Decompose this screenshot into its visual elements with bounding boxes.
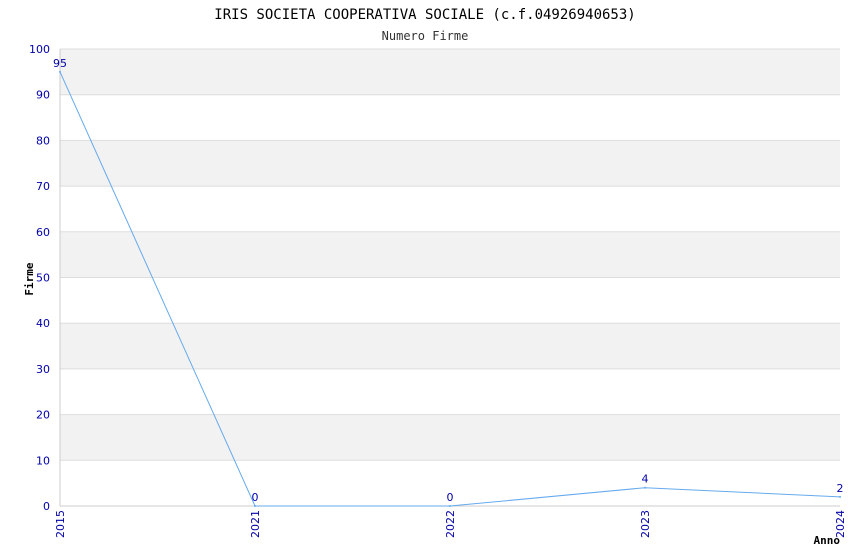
plot-band [60, 231, 840, 278]
y-tick-label: 100 [29, 43, 50, 56]
plot-bands [60, 49, 840, 461]
y-tick-label: 70 [36, 180, 50, 193]
y-tick-label: 40 [36, 317, 50, 330]
x-tick-labels: 2015 2021 2022 2023 2024 [54, 510, 847, 538]
data-point [449, 505, 451, 507]
x-axis-label: Anno [814, 534, 841, 547]
line-chart: IRIS SOCIETA COOPERATIVA SOCIALE (c.f.04… [23, 7, 847, 547]
data-point [254, 505, 256, 507]
plot-band [60, 49, 840, 95]
x-tick-label: 2015 [54, 510, 67, 538]
x-tick-label: 2021 [249, 510, 262, 538]
data-label: 95 [53, 57, 67, 70]
y-tick-label: 20 [36, 409, 50, 422]
data-label: 2 [837, 482, 844, 495]
y-tick-label: 30 [36, 363, 50, 376]
y-tick-label: 90 [36, 89, 50, 102]
data-label: 0 [447, 491, 454, 504]
data-point [839, 495, 841, 498]
y-tick-label: 10 [36, 454, 50, 467]
plot-band [60, 414, 840, 461]
chart-title: IRIS SOCIETA COOPERATIVA SOCIALE (c.f.04… [214, 7, 635, 23]
y-tick-label: 60 [36, 226, 50, 239]
chart-subtitle: Numero Firme [382, 29, 469, 43]
y-tick-label: 50 [36, 272, 50, 285]
y-tick-label: 80 [36, 134, 50, 147]
plot-band [60, 140, 840, 187]
data-label: 4 [642, 473, 649, 486]
y-axis-label: Firme [23, 262, 36, 295]
data-label: 0 [252, 491, 259, 504]
x-tick-label: 2022 [444, 510, 457, 538]
data-point [644, 486, 646, 489]
y-tick-label: 0 [43, 500, 50, 513]
plot-band [60, 323, 840, 369]
data-point [59, 70, 61, 73]
x-tick-label: 2023 [639, 510, 652, 538]
